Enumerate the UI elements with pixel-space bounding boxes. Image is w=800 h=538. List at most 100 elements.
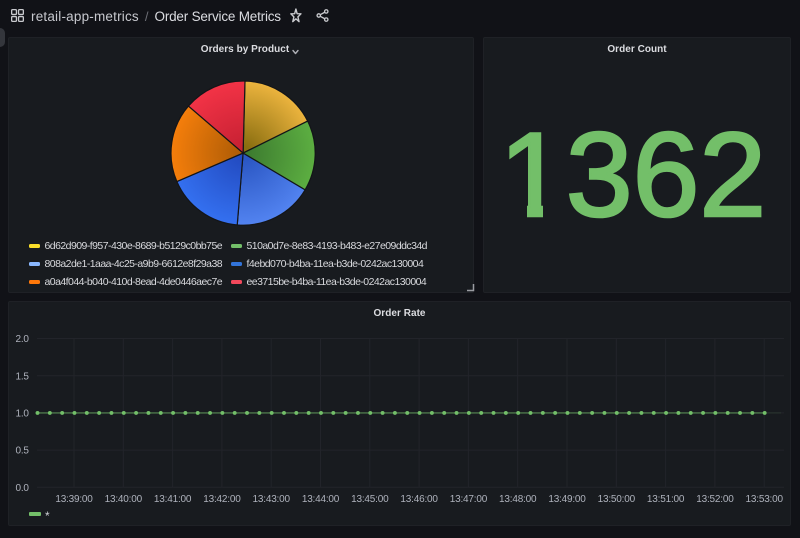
pie-legend-swatch xyxy=(29,244,41,248)
series-point xyxy=(48,411,52,415)
stat-panel-header[interactable]: Order Count xyxy=(484,38,790,64)
y-axis-label: 1.0 xyxy=(15,409,29,420)
series-point xyxy=(516,411,520,415)
x-axis-label: 13:39:00 xyxy=(55,494,93,505)
series-point xyxy=(763,411,767,415)
series-point xyxy=(689,411,693,415)
y-axis-label: 1.5 xyxy=(15,371,29,382)
pie-legend-item[interactable]: 6d62d909-f957-430e-8689-b5129c0bb75e xyxy=(29,237,231,255)
series-point xyxy=(442,411,446,415)
panel-order-count: Order Count 1362 xyxy=(483,37,791,293)
series-point xyxy=(146,411,150,415)
series-point xyxy=(36,411,40,415)
y-axis-label: 0.0 xyxy=(15,483,29,494)
series-point xyxy=(566,411,570,415)
series-point xyxy=(430,411,434,415)
dashboard-header: retail-app-metrics / Order Service Metri… xyxy=(0,0,800,32)
panel-resize-handle[interactable] xyxy=(465,282,475,292)
stat-panel-title: Order Count xyxy=(607,44,666,55)
series-point xyxy=(479,411,483,415)
series-point xyxy=(134,411,138,415)
pie-legend-item[interactable]: 808a2de1-1aaa-4c25-a9b9-6612e8f29a38 xyxy=(29,255,231,273)
series-point xyxy=(319,411,323,415)
series-point xyxy=(356,411,360,415)
pie-legend-item[interactable]: a0a4f044-b040-410d-8ead-4de0446aec7e xyxy=(29,273,231,291)
chevron-down-icon xyxy=(290,47,300,57)
x-axis-label: 13:41:00 xyxy=(154,494,192,505)
menu-toggle-handle[interactable] xyxy=(0,28,5,47)
pie-legend-label: 808a2de1-1aaa-4c25-a9b9-6612e8f29a38 xyxy=(45,258,223,270)
stat-value: 1362 xyxy=(499,115,766,235)
apps-icon[interactable] xyxy=(11,9,24,22)
series-point xyxy=(603,411,607,415)
series-point xyxy=(676,411,680,415)
x-axis-label: 13:43:00 xyxy=(253,494,291,505)
ts-legend-swatch xyxy=(29,512,41,516)
series-point xyxy=(405,411,409,415)
ts-legend-label: * xyxy=(45,509,50,523)
pie-legend: 6d62d909-f957-430e-8689-b5129c0bb75e 510a… xyxy=(29,237,471,291)
series-point xyxy=(418,411,422,415)
pie-legend-label: 510a0d7e-8e83-4193-b483-e27e09ddc34d xyxy=(247,240,427,252)
series-point xyxy=(381,411,385,415)
series-point xyxy=(750,411,754,415)
series-point xyxy=(344,411,348,415)
series-point xyxy=(701,411,705,415)
series-point xyxy=(639,411,643,415)
star-button[interactable] xyxy=(290,8,302,23)
series-point xyxy=(282,411,286,415)
share-button[interactable] xyxy=(315,8,330,23)
x-axis-label: 13:53:00 xyxy=(746,494,784,505)
series-point xyxy=(233,411,237,415)
y-axis-label: 0.5 xyxy=(15,446,29,457)
breadcrumb: retail-app-metrics / Order Service Metri… xyxy=(31,9,281,24)
pie-legend-label: ee3715be-b4ba-11ea-b3de-0242ac130004 xyxy=(247,276,427,288)
series-point xyxy=(270,411,274,415)
panel-orders-by-product: Orders by Product 6d62d909-f957-430e-868… xyxy=(8,37,474,293)
series-point xyxy=(122,411,126,415)
series-point xyxy=(208,411,212,415)
x-axis-label: 13:46:00 xyxy=(400,494,438,505)
pie-legend-swatch xyxy=(231,280,243,284)
series-point xyxy=(553,411,557,415)
x-axis-label: 13:50:00 xyxy=(598,494,636,505)
panel-order-rate: Order Rate 0.00.51.01.52.013:39:0013:40:… xyxy=(8,301,791,526)
pie-legend-label: 6d62d909-f957-430e-8689-b5129c0bb75e xyxy=(45,240,223,252)
pie-legend-item[interactable]: 510a0d7e-8e83-4193-b483-e27e09ddc34d xyxy=(231,237,433,255)
pie-legend-swatch xyxy=(231,244,243,248)
series-point xyxy=(196,411,200,415)
y-axis-label: 2.0 xyxy=(15,334,29,345)
series-point xyxy=(492,411,496,415)
breadcrumb-folder[interactable]: retail-app-metrics xyxy=(31,9,139,24)
share-alt-icon xyxy=(315,8,330,23)
pie-panel-title: Orders by Product xyxy=(201,44,289,55)
pie-legend-item[interactable]: ee3715be-b4ba-11ea-b3de-0242ac130004 xyxy=(231,273,433,291)
stat-value-box: 1362 xyxy=(484,66,790,284)
pie-legend-label: f4ebd070-b4ba-11ea-b3de-0242ac130004 xyxy=(247,258,424,270)
series-point xyxy=(159,411,163,415)
stat-digit-mask xyxy=(543,205,563,221)
pie-legend-swatch xyxy=(231,262,243,266)
series-point xyxy=(307,411,311,415)
breadcrumb-separator: / xyxy=(145,9,149,24)
series-point xyxy=(368,411,372,415)
x-axis-label: 13:42:00 xyxy=(203,494,241,505)
series-point xyxy=(738,411,742,415)
x-axis-label: 13:52:00 xyxy=(696,494,734,505)
ts-legend-item[interactable]: * xyxy=(29,507,50,521)
series-point xyxy=(257,411,261,415)
series-point xyxy=(331,411,335,415)
series-point xyxy=(590,411,594,415)
series-point xyxy=(171,411,175,415)
series-point xyxy=(504,411,508,415)
series-point xyxy=(85,411,89,415)
pie-legend-label: a0a4f044-b040-410d-8ead-4de0446aec7e xyxy=(45,276,223,288)
series-point xyxy=(664,411,668,415)
pie-panel-header[interactable]: Orders by Product xyxy=(19,38,483,64)
series-point xyxy=(455,411,459,415)
x-axis-label: 13:51:00 xyxy=(647,494,685,505)
pie-legend-item[interactable]: f4ebd070-b4ba-11ea-b3de-0242ac130004 xyxy=(231,255,433,273)
pie-legend-swatch xyxy=(29,262,41,266)
x-axis-label: 13:49:00 xyxy=(548,494,586,505)
pie-legend-swatch xyxy=(29,280,41,284)
